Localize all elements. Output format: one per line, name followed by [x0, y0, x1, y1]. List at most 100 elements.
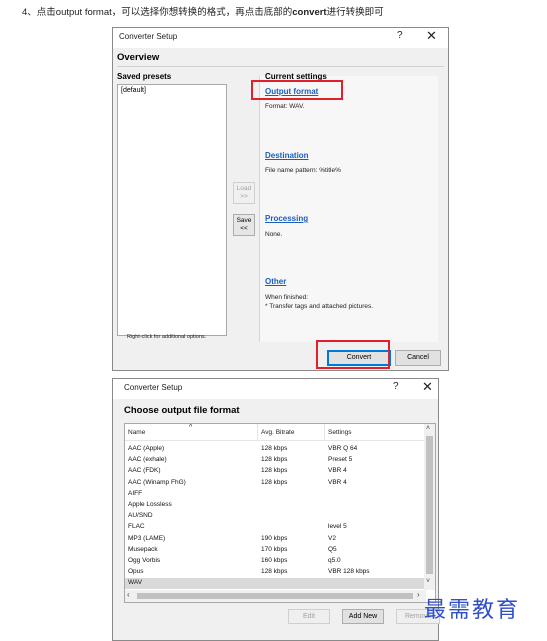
table-row[interactable]: AU/SND: [125, 511, 425, 522]
table-row[interactable]: AAC (Apple) 128 kbps VBR Q 64: [125, 444, 425, 455]
scroll-right-icon[interactable]: ›: [417, 590, 420, 599]
save-button[interactable]: Save <<: [233, 214, 255, 236]
preset-item-default[interactable]: [default]: [121, 87, 146, 94]
cell-bitrate: 128 kbps: [261, 445, 288, 452]
cell-settings: Q5: [328, 545, 337, 553]
cell-name: AU/SND: [128, 512, 153, 520]
cell-bitrate: 170 kbps: [261, 545, 288, 553]
cell-bitrate: 128 kbps: [261, 467, 288, 475]
cell-name: Ogg Vorbis: [128, 557, 161, 564]
close-icon[interactable]: ✕: [422, 379, 433, 395]
saved-presets-list[interactable]: [default]: [117, 84, 227, 336]
cell-bitrate: 128 kbps: [261, 456, 288, 464]
instruction-caption: 4、点击output format，可以选择你想转换的格式，再点击底部的conv…: [22, 4, 384, 18]
close-icon[interactable]: ✕: [426, 28, 437, 44]
table-row[interactable]: Apple Lossless: [125, 500, 425, 511]
table-row[interactable]: AAC (exhale) 128 kbps Preset 5: [125, 455, 425, 466]
scroll-thumb[interactable]: [426, 436, 433, 574]
saved-presets-label: Saved presets: [117, 72, 172, 81]
cell-name: AIFF: [128, 489, 143, 497]
caption-bold: convert: [292, 7, 327, 18]
cell-bitrate: 190 kbps: [261, 534, 288, 542]
other-link[interactable]: Other: [265, 277, 286, 286]
converter-setup-dialog: Converter Setup ? ✕ Overview Saved prese…: [112, 27, 449, 371]
title-bar: Converter Setup ? ✕: [113, 28, 448, 48]
other-value-line2: * Transfer tags and attached pictures.: [265, 303, 374, 310]
cell-name: AAC (Apple): [128, 445, 165, 452]
horizontal-scrollbar[interactable]: ‹ ›: [125, 590, 426, 602]
column-divider: [257, 424, 258, 441]
window-title: Converter Setup: [124, 383, 183, 392]
table-row[interactable]: FLAC level 5: [125, 522, 425, 533]
cell-settings: VBR 4: [328, 467, 347, 475]
caption-prefix: 4、点击output format，可以选择你想转换的格式，再点击底部的: [22, 7, 293, 18]
scroll-up-icon[interactable]: ˄: [426, 425, 430, 432]
help-icon[interactable]: ?: [397, 30, 403, 41]
cell-settings: q5.0: [328, 557, 341, 564]
cell-settings: VBR Q 64: [328, 445, 358, 452]
cell-settings: VBR 128 kbps: [328, 568, 370, 576]
cell-name: Opus: [128, 568, 144, 576]
table-row[interactable]: AIFF: [125, 489, 425, 500]
processing-link[interactable]: Processing: [265, 214, 308, 223]
table-row[interactable]: Opus 128 kbps VBR 128 kbps: [125, 567, 425, 578]
load-button[interactable]: Load >>: [233, 182, 255, 204]
cell-name: WAV: [128, 579, 143, 587]
destination-link[interactable]: Destination: [265, 151, 309, 160]
cell-settings: Preset 5: [328, 456, 353, 464]
column-divider: [324, 424, 325, 441]
sort-caret-icon: ^: [189, 424, 193, 431]
vertical-scrollbar[interactable]: ˄ ˅: [424, 424, 435, 590]
list-header: Name ^ Avg. Bitrate Settings: [125, 424, 435, 441]
table-row[interactable]: Ogg Vorbis 160 kbps q5.0: [125, 556, 425, 567]
cell-name: Apple Lossless: [128, 501, 172, 508]
column-settings[interactable]: Settings: [328, 429, 352, 436]
cell-name: AAC (Winamp FhG): [128, 478, 186, 486]
processing-value: None.: [265, 231, 283, 238]
caption-suffix: 进行转换即可: [326, 7, 384, 18]
cancel-button-label: Cancel: [407, 354, 429, 361]
output-format-value: Format: WAV.: [265, 103, 305, 110]
cancel-button[interactable]: Cancel: [395, 350, 441, 366]
right-click-hint: Right-click for additional options.: [127, 334, 207, 340]
load-button-label: Load >>: [236, 185, 252, 200]
convert-highlight: [316, 340, 390, 369]
watermark-text: 最需教育: [424, 598, 521, 623]
table-row[interactable]: WAV: [125, 578, 425, 590]
choose-format-heading: Choose output file format: [124, 405, 240, 416]
cell-settings: level 5: [328, 523, 347, 531]
edit-button-label: Edit: [302, 613, 316, 620]
add-new-button[interactable]: Add New: [342, 609, 384, 624]
other-value-line1: When finished:: [265, 294, 308, 301]
column-name[interactable]: Name: [128, 429, 145, 436]
table-row[interactable]: AAC (Winamp FhG) 128 kbps VBR 4: [125, 478, 425, 489]
help-icon[interactable]: ?: [393, 381, 399, 392]
choose-format-dialog: Converter Setup ? ✕ Choose output file f…: [112, 378, 440, 641]
save-button-label: Save <<: [236, 217, 252, 232]
scroll-down-icon[interactable]: ˅: [426, 578, 430, 585]
destination-value: File name pattern: %title%: [265, 167, 341, 174]
cell-settings: VBR 4: [328, 478, 347, 486]
cell-name: MP3 (LAME): [128, 534, 166, 542]
window-title: Converter Setup: [119, 32, 178, 41]
cell-bitrate: 128 kbps: [261, 568, 288, 576]
add-new-button-label: Add New: [348, 613, 378, 620]
table-row[interactable]: Musepack 170 kbps Q5: [125, 545, 425, 556]
column-bitrate[interactable]: Avg. Bitrate: [261, 429, 294, 436]
edit-button[interactable]: Edit: [288, 609, 330, 624]
cell-name: Musepack: [128, 545, 158, 553]
scroll-thumb[interactable]: [137, 593, 413, 599]
format-list[interactable]: Name ^ Avg. Bitrate Settings AAC (Apple)…: [124, 423, 436, 603]
cell-name: AAC (FDK): [128, 467, 161, 475]
table-row[interactable]: AAC (FDK) 128 kbps VBR 4: [125, 466, 425, 477]
table-row[interactable]: MP3 (LAME) 190 kbps V2: [125, 534, 425, 545]
output-format-highlight: [251, 80, 343, 100]
scroll-left-icon[interactable]: ‹: [127, 590, 130, 599]
cell-name: FLAC: [128, 523, 145, 531]
cell-settings: V2: [328, 534, 336, 542]
overview-heading: Overview: [117, 52, 160, 63]
divider: [117, 66, 444, 67]
cell-name: AAC (exhale): [128, 456, 167, 464]
cell-bitrate: 160 kbps: [261, 557, 288, 564]
title-bar: Converter Setup ? ✕: [113, 379, 438, 399]
